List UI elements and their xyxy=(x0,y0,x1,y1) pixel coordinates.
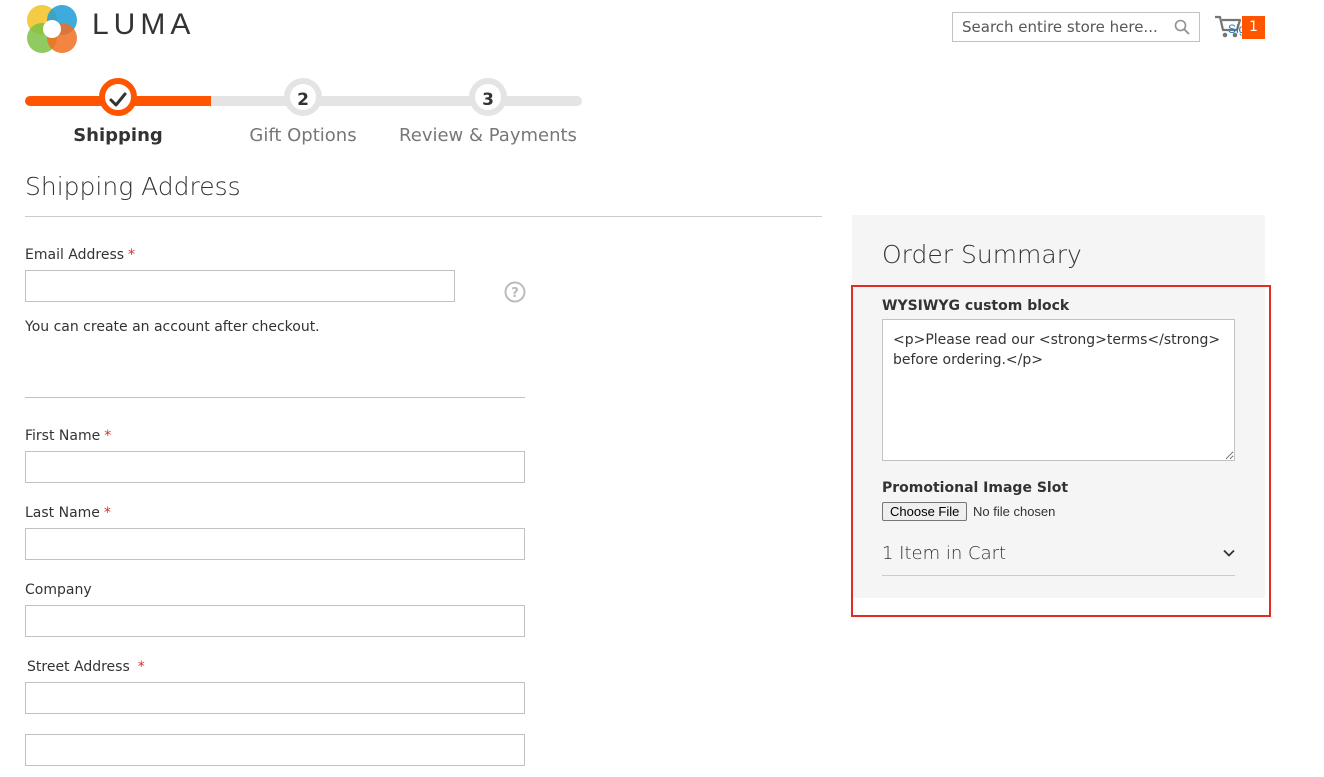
search-icon[interactable] xyxy=(1174,19,1190,35)
required-marker: * xyxy=(103,505,111,521)
cart-count-badge: 1 xyxy=(1242,16,1265,39)
first-name-label: First Name * xyxy=(25,428,112,444)
items-divider xyxy=(882,575,1235,576)
search-box[interactable] xyxy=(952,12,1200,42)
email-field[interactable] xyxy=(25,270,455,302)
step-review-payments-circle: 3 xyxy=(469,78,507,116)
required-marker: * xyxy=(137,659,145,675)
step-shipping-label: Shipping xyxy=(73,125,163,146)
minicart[interactable]: Sign In 1 xyxy=(1214,14,1266,40)
company-label: Company xyxy=(25,582,92,598)
section-divider xyxy=(25,216,822,217)
search-input[interactable] xyxy=(953,13,1191,41)
file-status-text: No file chosen xyxy=(973,504,1056,519)
required-marker: * xyxy=(104,428,112,444)
shipping-address-title: Shipping Address xyxy=(25,172,241,201)
logo-text[interactable]: LUMA xyxy=(92,8,195,42)
promotional-image-label: Promotional Image Slot xyxy=(882,480,1069,496)
form-divider xyxy=(25,397,525,398)
checkmark-icon xyxy=(109,92,127,107)
wysiwyg-textarea[interactable]: <p>Please read our <strong>terms</strong… xyxy=(882,319,1235,461)
help-icon[interactable]: ? xyxy=(504,281,526,303)
step-gift-options-circle: 2 xyxy=(284,78,322,116)
last-name-field[interactable] xyxy=(25,528,525,560)
chevron-down-icon[interactable] xyxy=(1222,546,1236,560)
first-name-field[interactable] xyxy=(25,451,525,483)
street-address-line-2[interactable] xyxy=(25,734,525,766)
account-note: You can create an account after checkout… xyxy=(25,319,320,335)
svg-text:?: ? xyxy=(511,286,519,301)
step-gift-options-label[interactable]: Gift Options xyxy=(210,125,396,146)
required-marker: * xyxy=(128,247,136,263)
wysiwyg-label: WYSIWYG custom block xyxy=(882,298,1070,314)
step-review-payments-label[interactable]: Review & Payments xyxy=(395,125,581,146)
email-label: Email Address * xyxy=(25,247,136,263)
step-shipping-circle xyxy=(99,78,137,116)
choose-file-button[interactable]: Choose File xyxy=(882,502,968,521)
items-in-cart-toggle[interactable]: 1 Item in Cart xyxy=(882,543,1006,564)
last-name-label: Last Name * xyxy=(25,505,111,521)
company-field[interactable] xyxy=(25,605,525,637)
street-address-label: Street Address * xyxy=(27,659,145,675)
luma-logo-icon[interactable] xyxy=(26,4,78,54)
street-address-line-1[interactable] xyxy=(25,682,525,714)
order-summary-title: Order Summary xyxy=(882,240,1082,269)
